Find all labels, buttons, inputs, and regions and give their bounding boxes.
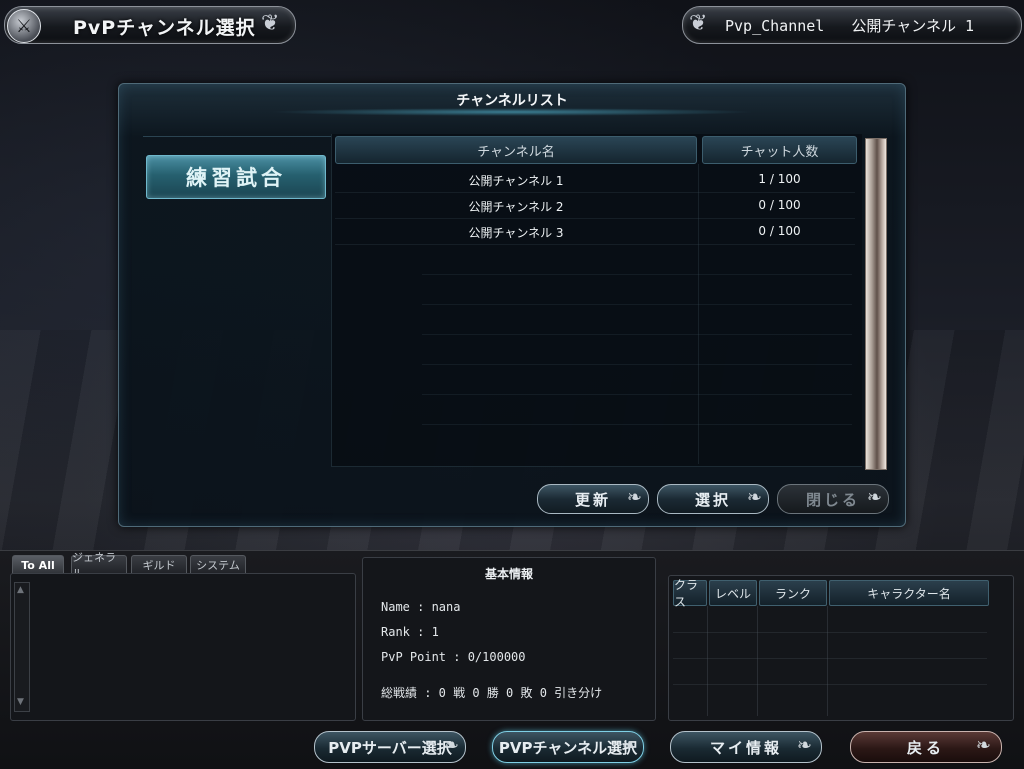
- info-rank: Rank : 1: [381, 625, 439, 639]
- my-info-button[interactable]: マイ情報 ❧: [670, 731, 822, 763]
- page-title: PvPチャンネル選択: [73, 17, 256, 39]
- current-channel-banner: ❦ Pvp_Channel 公開チャンネル 1: [682, 6, 1022, 44]
- chat-count-cell: 0 / 100: [758, 224, 801, 238]
- grid-line: [673, 684, 987, 685]
- refresh-button-label: 更新: [574, 490, 611, 509]
- empty-row-line: [422, 274, 852, 275]
- column-header-character-name: キャラクター名: [829, 580, 989, 606]
- column-header-level: レベル: [709, 580, 757, 606]
- swirl-icon: ❦: [689, 11, 708, 36]
- current-channel-label: Pvp_Channel 公開チャンネル 1: [725, 17, 975, 35]
- category-column: 練習試合: [143, 136, 331, 467]
- chat-tab-general[interactable]: ジェネラル: [71, 551, 127, 580]
- select-button[interactable]: 選択 ❧: [657, 484, 769, 514]
- pvp-channel-select-label: PVPチャンネル選択: [498, 738, 638, 757]
- pvp-channel-select-button[interactable]: PVPチャンネル選択 ❧: [492, 731, 644, 763]
- swirl-icon: ❦: [261, 11, 280, 36]
- chat-tab-system[interactable]: システム: [190, 555, 246, 575]
- page-title-banner: ⚔ PvPチャンネル選択 ❦: [4, 6, 296, 44]
- arrow-up-icon[interactable]: ▲: [17, 585, 24, 595]
- empty-row-line: [422, 394, 852, 395]
- chat-tab-guild[interactable]: ギルド: [131, 555, 187, 575]
- select-button-label: 選択: [694, 490, 731, 509]
- category-practice-match-button[interactable]: 練習試合: [146, 155, 326, 199]
- chat-count-cell: 1 / 100: [758, 172, 801, 186]
- background-scene: ⚔ PvPチャンネル選択 ❦ ❦ Pvp_Channel 公開チャンネル 1 チ…: [0, 0, 1024, 769]
- table-row[interactable]: 公開チャンネル 3 0 / 100: [335, 218, 855, 245]
- chat-count-cell: 0 / 100: [758, 198, 801, 212]
- close-button-label: 閉じる: [805, 490, 860, 509]
- title-glow: [269, 108, 755, 116]
- chat-tab-to-all[interactable]: To All: [12, 555, 64, 575]
- channel-list-panel: チャンネルリスト 練習試合 チャンネル名 チャット人数 公開チャンネル 1 1 …: [118, 83, 906, 527]
- empty-row-line: [422, 304, 852, 305]
- swirl-icon: ❧: [746, 487, 762, 508]
- my-info-label: マイ情報: [709, 738, 782, 757]
- swirl-icon: ❧: [975, 735, 995, 756]
- grid-line: [707, 606, 708, 716]
- back-button[interactable]: 戻る ❧: [850, 731, 1002, 763]
- info-pvp-point: PvP Point : 0/100000: [381, 650, 526, 664]
- swirl-icon: ❧: [866, 487, 882, 508]
- table-row[interactable]: 公開チャンネル 1 1 / 100: [335, 166, 855, 193]
- channel-list-scrollbar[interactable]: [865, 138, 887, 470]
- member-list-panel: クラス レベル ランク キャラクター名: [668, 575, 1014, 721]
- basic-info-title: 基本情報: [484, 567, 533, 581]
- swirl-icon: ❧: [443, 735, 459, 756]
- grid-line: [673, 632, 987, 633]
- arrow-down-icon[interactable]: ▼: [17, 697, 24, 707]
- panel-title: チャンネルリスト: [456, 93, 568, 109]
- grid-line: [757, 606, 758, 716]
- crossed-swords-icon: ⚔: [7, 9, 41, 43]
- grid-line: [673, 658, 987, 659]
- column-header-chat-count: チャット人数: [702, 136, 857, 164]
- swirl-icon: ❧: [796, 735, 815, 756]
- info-record: 総戦績 : 0 戦 0 勝 0 敗 0 引き分け: [381, 686, 603, 700]
- basic-info-panel: 基本情報 Name : nana Rank : 1 PvP Point : 0/…: [362, 557, 656, 721]
- back-label: 戻る: [906, 738, 945, 757]
- swirl-icon: ❧: [621, 735, 637, 756]
- channel-name-cell: 公開チャンネル 3: [468, 226, 564, 240]
- refresh-button[interactable]: 更新 ❧: [537, 484, 649, 514]
- pvp-server-select-button[interactable]: PVPサーバー選択 ❧: [314, 731, 466, 763]
- swirl-icon: ❧: [626, 487, 642, 508]
- table-row[interactable]: 公開チャンネル 2 0 / 100: [335, 192, 855, 219]
- chat-scrollbar[interactable]: ▲ ▼: [14, 582, 30, 712]
- column-header-rank: ランク: [759, 580, 827, 606]
- empty-row-line: [422, 424, 852, 425]
- info-name: Name : nana: [381, 600, 461, 614]
- bottom-bar: To All ジェネラル ギルド システム ▲ ▼ 基本情報 Name : na…: [0, 550, 1024, 769]
- channel-table: チャンネル名 チャット人数 公開チャンネル 1 1 / 100 公開チャンネル …: [331, 134, 862, 467]
- empty-row-line: [422, 334, 852, 335]
- chat-panel: ▲ ▼: [10, 573, 356, 721]
- pvp-server-select-label: PVPサーバー選択: [328, 738, 452, 757]
- column-header-class: クラス: [673, 578, 707, 609]
- close-button[interactable]: 閉じる ❧: [777, 484, 889, 514]
- channel-name-cell: 公開チャンネル 1: [468, 174, 564, 188]
- grid-line: [827, 606, 828, 716]
- channel-name-cell: 公開チャンネル 2: [468, 200, 564, 214]
- column-header-channel-name: チャンネル名: [335, 136, 697, 164]
- empty-row-line: [422, 364, 852, 365]
